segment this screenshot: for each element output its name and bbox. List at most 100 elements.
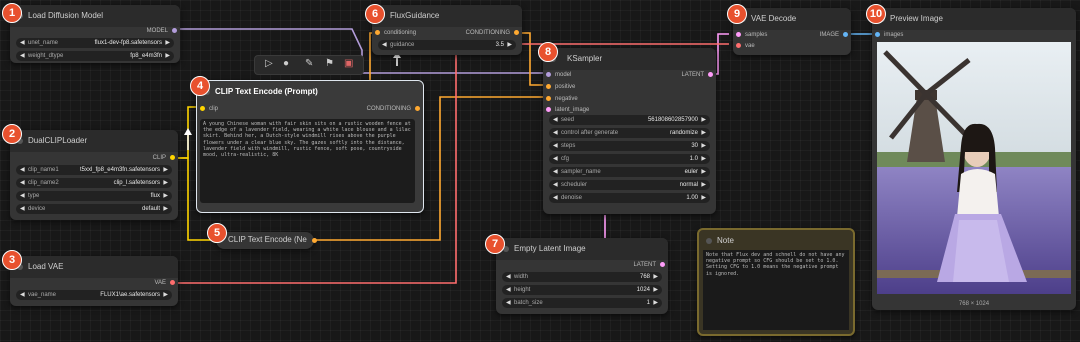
guidance-slider[interactable]: ◀ guidance 3.5 ▶ — [378, 40, 516, 50]
arrow-right-icon[interactable]: ▶ — [701, 193, 706, 203]
widget-value: 3.5 — [495, 42, 504, 48]
steps-input[interactable]: ◀ steps 30 ▶ — [549, 141, 710, 151]
denoise-slider[interactable]: ◀ denoise 1.00 ▶ — [549, 193, 710, 203]
arrow-left-icon[interactable]: ◀ — [20, 51, 25, 61]
arrow-left-icon[interactable]: ◀ — [553, 193, 558, 203]
clip-input-dot[interactable] — [200, 106, 205, 111]
positive-input-dot[interactable] — [546, 84, 551, 89]
vae-name-combo[interactable]: ◀ vae_name FLUX1\ae.safetensors ▶ — [16, 290, 172, 300]
vae-decode-node[interactable]: VAE Decode samples vae IMAGE — [733, 8, 851, 55]
scheduler-combo[interactable]: ◀ scheduler normal ▶ — [549, 180, 710, 190]
latent-output-dot[interactable] — [708, 72, 713, 77]
arrow-left-icon[interactable]: ◀ — [506, 272, 511, 282]
clip-text-encode-negative-node[interactable]: CLIP Text Encode (Ne — [213, 232, 317, 249]
conditioning-output-dot[interactable] — [312, 238, 317, 243]
arrow-left-icon[interactable]: ◀ — [20, 38, 25, 48]
flux-guidance-node[interactable]: FluxGuidance conditioning CONDITIONING ◀… — [372, 5, 522, 55]
conditioning-input-label: conditioning — [384, 30, 417, 36]
arrow-left-icon[interactable]: ◀ — [20, 290, 25, 300]
arrow-right-icon[interactable]: ▶ — [653, 272, 658, 282]
arrow-right-icon[interactable]: ▶ — [653, 298, 658, 308]
arrow-right-icon[interactable]: ▶ — [653, 285, 658, 295]
height-input[interactable]: ◀ height 1024 ▶ — [502, 285, 662, 295]
arrow-right-icon[interactable]: ▶ — [163, 191, 168, 201]
control-after-generate-combo[interactable]: ◀ control after generate randomize ▶ — [549, 128, 710, 138]
images-input-dot[interactable] — [875, 32, 880, 37]
arrow-left-icon[interactable]: ◀ — [553, 115, 558, 125]
conditioning-output-dot[interactable] — [415, 106, 420, 111]
weight-dtype-combo[interactable]: ◀ weight_dtype fp8_e4m3fn ▶ — [16, 51, 174, 61]
unet-name-combo[interactable]: ◀ unet_name flux1-dev-fp8.safetensors ▶ — [16, 38, 174, 48]
note-text-field[interactable]: Note that Flux dev and schnell do not ha… — [703, 250, 849, 330]
arrow-left-icon[interactable]: ◀ — [382, 40, 387, 50]
type-combo[interactable]: ◀ type flux ▶ — [16, 191, 172, 201]
batch-size-input[interactable]: ◀ batch_size 1 ▶ — [502, 298, 662, 308]
model-output-dot[interactable] — [172, 28, 177, 33]
arrow-right-icon[interactable]: ▶ — [163, 165, 168, 175]
widget-name: control after generate — [561, 130, 619, 136]
arrow-right-icon[interactable]: ▶ — [165, 38, 170, 48]
clip-name1-combo[interactable]: ◀ clip_name1 t5xxl_fp8_e4m3fn.safetensor… — [16, 165, 172, 175]
record-icon[interactable]: ● — [283, 58, 289, 69]
widget-value: 561808602857900 — [647, 117, 698, 123]
node-title: Load VAE — [10, 256, 178, 278]
arrow-left-icon[interactable]: ◀ — [20, 191, 25, 201]
arrow-right-icon[interactable]: ▶ — [507, 40, 512, 50]
samples-input-dot[interactable] — [736, 32, 741, 37]
sampler-name-combo[interactable]: ◀ sampler_name euler ▶ — [549, 167, 710, 177]
latent-input-dot[interactable] — [546, 107, 551, 112]
arrow-left-icon[interactable]: ◀ — [553, 167, 558, 177]
latent-output-dot[interactable] — [660, 262, 665, 267]
widget-value: euler — [684, 169, 698, 175]
clip-output-dot[interactable] — [170, 155, 175, 160]
arrow-left-icon[interactable]: ◀ — [553, 141, 558, 151]
node-title: CLIP Text Encode (Prompt) — [197, 81, 423, 103]
arrow-right-icon[interactable]: ▶ — [701, 115, 706, 125]
arrow-left-icon[interactable]: ◀ — [553, 154, 558, 164]
negative-input-dot[interactable] — [546, 96, 551, 101]
arrow-right-icon[interactable]: ▶ — [701, 141, 706, 151]
vae-output-dot[interactable] — [170, 280, 175, 285]
step-badge-5: 5 — [207, 223, 227, 243]
arrow-right-icon[interactable]: ▶ — [701, 180, 706, 190]
arrow-left-icon[interactable]: ◀ — [553, 180, 558, 190]
device-combo[interactable]: ◀ device default ▶ — [16, 204, 172, 214]
arrow-right-icon[interactable]: ▶ — [163, 178, 168, 188]
arrow-right-icon[interactable]: ▶ — [165, 51, 170, 61]
play-icon[interactable]: ▷ — [265, 58, 273, 69]
clip-name2-combo[interactable]: ◀ clip_name2 clip_l.safetensors ▶ — [16, 178, 172, 188]
width-input[interactable]: ◀ width 768 ▶ — [502, 272, 662, 282]
arrow-left-icon[interactable]: ◀ — [506, 298, 511, 308]
cfg-input[interactable]: ◀ cfg 1.0 ▶ — [549, 154, 710, 164]
widget-value: t5xxl_fp8_e4m3fn.safetensors — [79, 167, 160, 173]
ksampler-node[interactable]: KSampler model positive negative latent_… — [543, 48, 716, 214]
load-vae-node[interactable]: Load VAE VAE ◀ vae_name FLUX1\ae.safeten… — [10, 256, 178, 306]
node-title: VAE Decode — [733, 8, 851, 30]
empty-latent-image-node[interactable]: Empty Latent Image LATENT ◀ width 768 ▶ … — [496, 238, 668, 314]
widget-name: type — [28, 193, 40, 199]
conditioning-output-dot[interactable] — [514, 30, 519, 35]
model-input-dot[interactable] — [546, 72, 551, 77]
vae-input-dot[interactable] — [736, 43, 741, 48]
conditioning-input-dot[interactable] — [375, 30, 380, 35]
load-diffusion-model-node[interactable]: Load Diffusion Model MODEL ◀ unet_name f… — [10, 5, 180, 63]
arrow-left-icon[interactable]: ◀ — [506, 285, 511, 295]
image-output-dot[interactable] — [843, 32, 848, 37]
arrow-left-icon[interactable]: ◀ — [20, 178, 25, 188]
widget-name: steps — [561, 143, 576, 149]
arrow-right-icon[interactable]: ▶ — [701, 128, 706, 138]
node-selection-toolbar: ▷ ● ✎ ⚑ ▣ — [254, 55, 364, 75]
arrow-left-icon[interactable]: ◀ — [20, 204, 25, 214]
arrow-right-icon[interactable]: ▶ — [701, 154, 706, 164]
seed-input[interactable]: ◀ seed 561808602857900 ▶ — [549, 115, 710, 125]
arrow-left-icon[interactable]: ◀ — [553, 128, 558, 138]
arrow-right-icon[interactable]: ▶ — [701, 167, 706, 177]
arrow-right-icon[interactable]: ▶ — [163, 290, 168, 300]
dual-clip-loader-node[interactable]: DualCLIPLoader CLIP ◀ clip_name1 t5xxl_f… — [10, 130, 178, 220]
arrow-left-icon[interactable]: ◀ — [20, 165, 25, 175]
prompt-text-field[interactable]: A young Chinese woman with fair skin sit… — [200, 119, 415, 203]
trash-icon[interactable]: ▣ — [344, 58, 353, 69]
arrow-right-icon[interactable]: ▶ — [163, 204, 168, 214]
bookmark-icon[interactable]: ⚑ — [325, 58, 334, 69]
pin-icon[interactable]: ✎ — [305, 58, 313, 69]
